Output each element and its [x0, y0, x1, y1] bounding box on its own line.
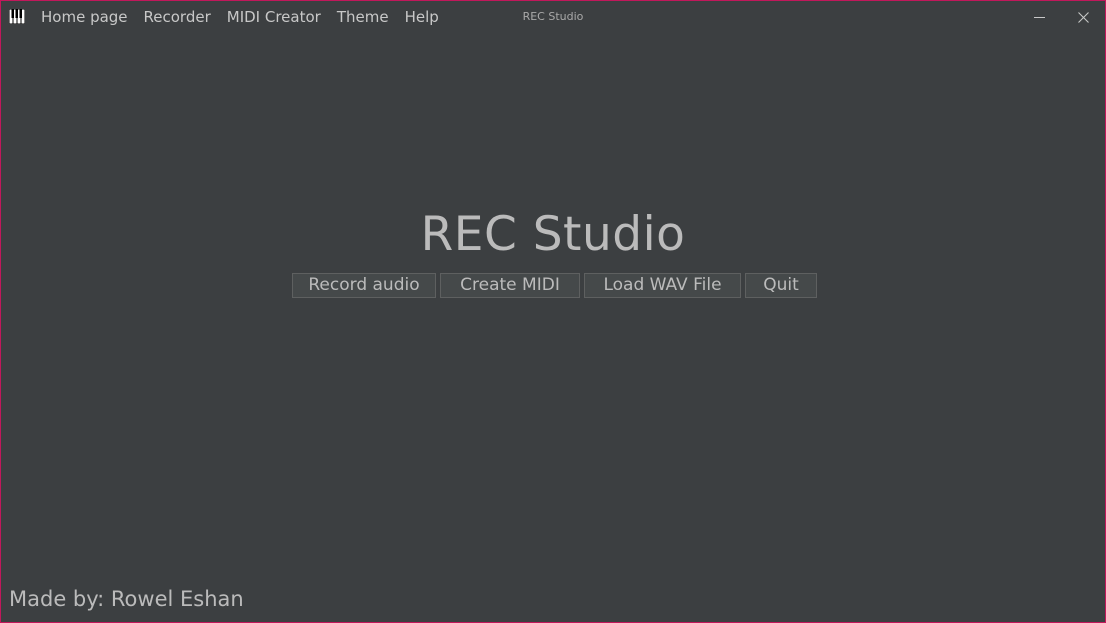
- close-button[interactable]: [1061, 1, 1105, 33]
- action-buttons: Record audio Create MIDI Load WAV File Q…: [292, 273, 817, 298]
- menu-theme[interactable]: Theme: [329, 1, 397, 33]
- title-bar[interactable]: Home page Recorder MIDI Creator Theme He…: [1, 1, 1105, 33]
- app-heading: REC Studio: [420, 207, 686, 262]
- menu-help[interactable]: Help: [397, 1, 447, 33]
- menu-bar: Home page Recorder MIDI Creator Theme He…: [33, 1, 447, 33]
- load-wav-file-button[interactable]: Load WAV File: [584, 273, 741, 298]
- piano-icon: [8, 8, 26, 25]
- create-midi-button[interactable]: Create MIDI: [440, 273, 580, 298]
- minimize-button[interactable]: [1017, 1, 1061, 33]
- record-audio-button[interactable]: Record audio: [292, 273, 436, 298]
- minimize-icon: [1033, 8, 1045, 27]
- menu-recorder[interactable]: Recorder: [136, 1, 219, 33]
- menu-home-page[interactable]: Home page: [33, 1, 136, 33]
- menu-midi-creator[interactable]: MIDI Creator: [219, 1, 329, 33]
- author-credit: Made by: Rowel Eshan: [9, 587, 244, 611]
- quit-button[interactable]: Quit: [745, 273, 817, 298]
- close-icon: [1077, 8, 1089, 27]
- app-window: Home page Recorder MIDI Creator Theme He…: [0, 0, 1106, 623]
